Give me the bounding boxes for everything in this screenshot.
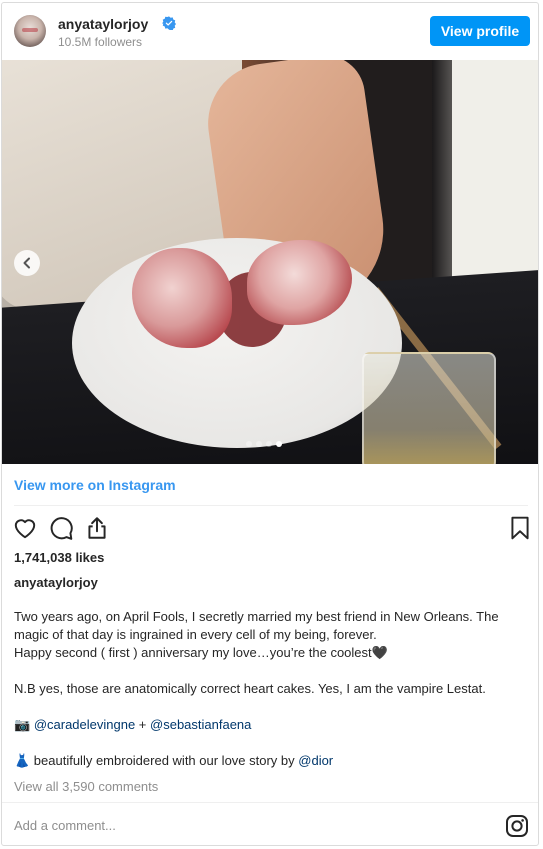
dress-credit-line: 👗 beautifully embroidered with our love … <box>14 753 334 768</box>
verified-badge-icon <box>162 16 176 30</box>
add-comment-input[interactable] <box>14 818 474 833</box>
chevron-left-icon <box>23 257 30 269</box>
mention-link[interactable]: @sebastianfaena <box>150 717 251 732</box>
caption-username[interactable]: anyataylorjoy <box>14 575 98 590</box>
instagram-embed-card: anyataylorjoy 10.5M followers View profi… <box>1 2 539 846</box>
carousel-dot <box>246 441 252 447</box>
follower-count: 10.5M followers <box>58 35 143 49</box>
divider <box>2 802 538 803</box>
dress-emoji: 👗 <box>14 753 31 768</box>
share-icon[interactable] <box>84 515 110 541</box>
mention-link[interactable]: @caradelevingne <box>34 717 135 732</box>
post-caption: Two years ago, on April Fools, I secretl… <box>14 608 534 770</box>
carousel-dot <box>276 441 282 447</box>
post-header: anyataylorjoy 10.5M followers View profi… <box>2 3 538 59</box>
caption-line: N.B yes, those are anatomically correct … <box>14 681 486 696</box>
header-username[interactable]: anyataylorjoy <box>58 16 148 32</box>
divider <box>14 505 528 506</box>
photo-credit-line: 📷 @caradelevingne + @sebastianfaena <box>14 717 252 732</box>
carousel-indicator <box>246 441 282 447</box>
carousel-prev-button[interactable] <box>14 250 40 276</box>
post-photo[interactable] <box>2 60 538 464</box>
instagram-icon[interactable] <box>505 814 529 838</box>
view-more-link[interactable]: View more on Instagram <box>14 477 176 493</box>
view-profile-button[interactable]: View profile <box>430 16 530 46</box>
carousel-dot <box>256 441 262 447</box>
comment-icon[interactable] <box>48 515 74 541</box>
mention-link[interactable]: @dior <box>298 753 333 768</box>
avatar[interactable] <box>14 15 46 47</box>
carousel-dot <box>266 441 272 447</box>
drinking-glass <box>362 352 496 464</box>
caption-line: Happy second ( first ) anniversary my lo… <box>14 645 388 660</box>
view-comments-link[interactable]: View all 3,590 comments <box>14 779 158 794</box>
like-count[interactable]: 1,741,038 likes <box>14 550 104 565</box>
bookmark-icon[interactable] <box>507 515 533 541</box>
heart-icon[interactable] <box>12 515 38 541</box>
camera-emoji: 📷 <box>14 717 31 732</box>
caption-line: Two years ago, on April Fools, I secretl… <box>14 609 499 642</box>
